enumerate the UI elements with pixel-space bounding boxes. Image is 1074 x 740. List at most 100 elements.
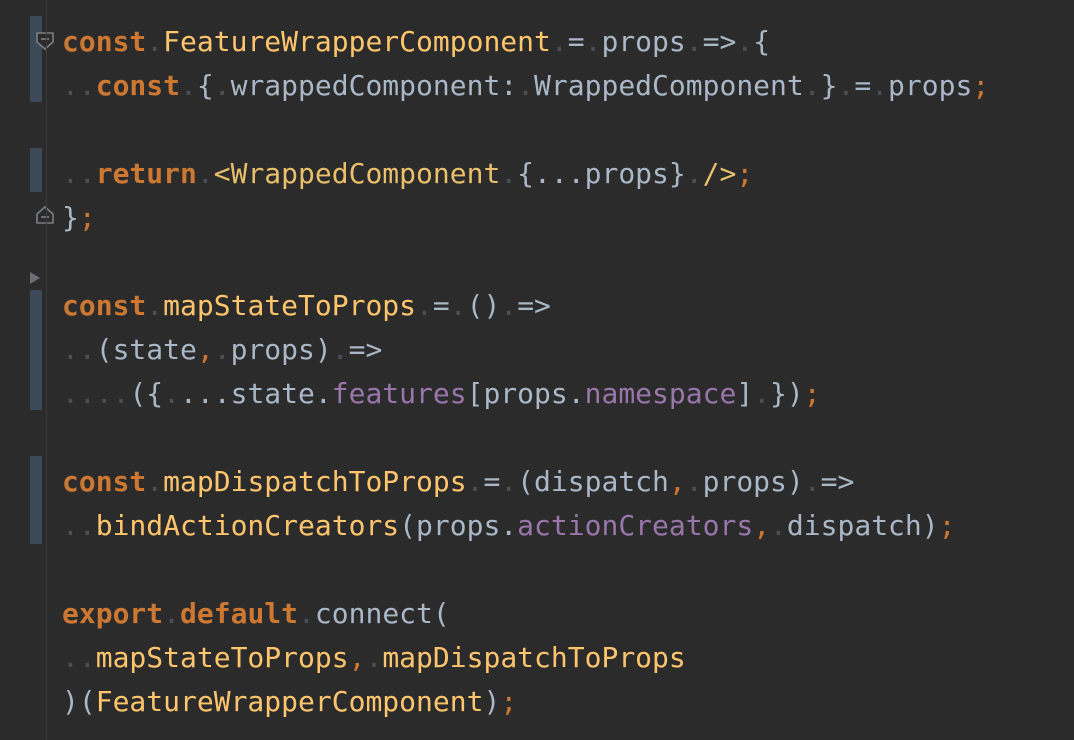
code-token: mapStateToProps (95, 641, 349, 674)
code-line[interactable]: const.mapDispatchToProps.=.(dispatch,.pr… (62, 460, 854, 504)
code-token: , (753, 509, 771, 542)
code-token: = (432, 289, 450, 322)
code-token: const (62, 25, 147, 58)
code-token: actionCreators (517, 509, 754, 542)
code-token: features (331, 377, 467, 410)
whitespace-marker: .. (62, 333, 96, 366)
code-line[interactable]: const.FeatureWrapperComponent.=.props.=>… (62, 20, 770, 64)
whitespace-marker: . (466, 465, 484, 498)
whitespace-marker: . (196, 157, 214, 190)
code-token: dispatch) (786, 509, 939, 542)
code-line[interactable]: ....({. ...state.features[props.namespace… (62, 372, 821, 416)
whitespace-marker: . (331, 333, 349, 366)
code-token: const (62, 289, 147, 322)
code-line[interactable]: ..bindActionCreators(props.actionCreator… (62, 504, 955, 548)
code-line[interactable]: export.default.connect( (62, 592, 450, 636)
code-token: )( (62, 685, 96, 718)
whitespace-marker: .... (62, 377, 130, 410)
code-token: ; (803, 377, 821, 410)
code-token: ; (736, 157, 754, 190)
change-marker[interactable] (30, 16, 42, 102)
change-marker[interactable] (30, 456, 42, 544)
code-line[interactable]: const.mapStateToProps.=.().=> (62, 284, 551, 328)
whitespace-marker: .. (62, 509, 96, 542)
code-token: ] (736, 377, 754, 410)
whitespace-marker: . (500, 157, 518, 190)
code-token: props (601, 25, 686, 58)
code-token: const (95, 69, 181, 102)
whitespace-marker: . (685, 157, 703, 190)
code-token: [props. (466, 377, 585, 410)
code-token: mapStateToProps (163, 289, 417, 322)
code-token: = (483, 465, 501, 498)
code-token: ) (483, 685, 501, 718)
whitespace-marker: . (163, 597, 181, 630)
code-line[interactable]: ..mapStateToProps,.mapDispatchToProps (62, 636, 686, 680)
editor-gutter[interactable] (0, 0, 54, 740)
code-token: () (466, 289, 501, 322)
whitespace-marker: . (736, 25, 754, 58)
code-line[interactable]: ..(state,.props).=> (62, 328, 382, 372)
whitespace-marker: . (365, 641, 383, 674)
code-token: mapDispatchToProps (163, 465, 467, 498)
code-token: = (567, 25, 585, 58)
code-token: connect( (314, 597, 450, 630)
whitespace-marker: . (180, 69, 197, 102)
code-token: = (854, 69, 872, 102)
code-token: , (668, 465, 686, 498)
code-token: ; (78, 201, 96, 234)
code-token: } (62, 201, 79, 234)
whitespace-marker: . (550, 25, 568, 58)
whitespace-marker: .. (62, 641, 96, 674)
whitespace-marker: . (146, 25, 164, 58)
whitespace-marker: . (146, 289, 164, 322)
code-line[interactable]: ..return.<WrappedComponent.{...props}./>… (62, 152, 753, 196)
code-token: ; (938, 509, 956, 542)
change-marker[interactable] (30, 148, 42, 192)
code-token: (state (95, 333, 197, 366)
code-token: ({ (129, 377, 164, 410)
code-token: props) (702, 465, 804, 498)
code-token: (dispatch (517, 465, 669, 498)
code-token: { (753, 25, 771, 58)
whitespace-marker: . (213, 69, 231, 102)
fold-open-icon[interactable] (34, 30, 56, 52)
change-marker[interactable] (30, 290, 42, 410)
code-token: bindActionCreators (95, 509, 400, 542)
code-token: return (95, 157, 197, 190)
whitespace-marker: . (753, 377, 771, 410)
code-token: => (820, 465, 855, 498)
code-token: namespace (584, 377, 737, 410)
code-token: => (348, 333, 383, 366)
code-line[interactable]: }; (62, 196, 96, 240)
code-line[interactable]: )(FeatureWrapperComponent); (62, 680, 517, 724)
code-token: { (196, 69, 214, 102)
whitespace-marker: . (584, 25, 602, 58)
whitespace-marker: . (871, 69, 889, 102)
code-token: export (62, 597, 164, 630)
whitespace-marker: . (770, 509, 787, 542)
fold-close-icon[interactable] (34, 204, 56, 226)
gutter-divider (46, 0, 47, 740)
code-token: <WrappedComponent (213, 157, 501, 190)
code-line[interactable]: ..const.{.wrappedComponent:.WrappedCompo… (62, 64, 989, 108)
code-token: => (517, 289, 551, 322)
code-token: => (702, 25, 737, 58)
code-token: , (196, 333, 214, 366)
code-token: {...props} (517, 157, 686, 190)
whitespace-marker: . (803, 465, 821, 498)
code-token: props (888, 69, 973, 102)
whitespace-marker: . (803, 69, 821, 102)
whitespace-marker: . (685, 25, 703, 58)
code-token: mapDispatchToProps (382, 641, 686, 674)
code-token: ...state. (180, 377, 332, 410)
whitespace-marker: . (416, 289, 433, 322)
whitespace-marker: .. (62, 157, 96, 190)
code-token: FeatureWrapperComponent (95, 685, 484, 718)
whitespace-marker: . (685, 465, 703, 498)
collapsed-arrow-icon[interactable] (28, 270, 42, 286)
whitespace-marker: . (146, 465, 164, 498)
code-token: /> (702, 157, 737, 190)
code-token: , (348, 641, 366, 674)
code-token: ; (500, 685, 518, 718)
